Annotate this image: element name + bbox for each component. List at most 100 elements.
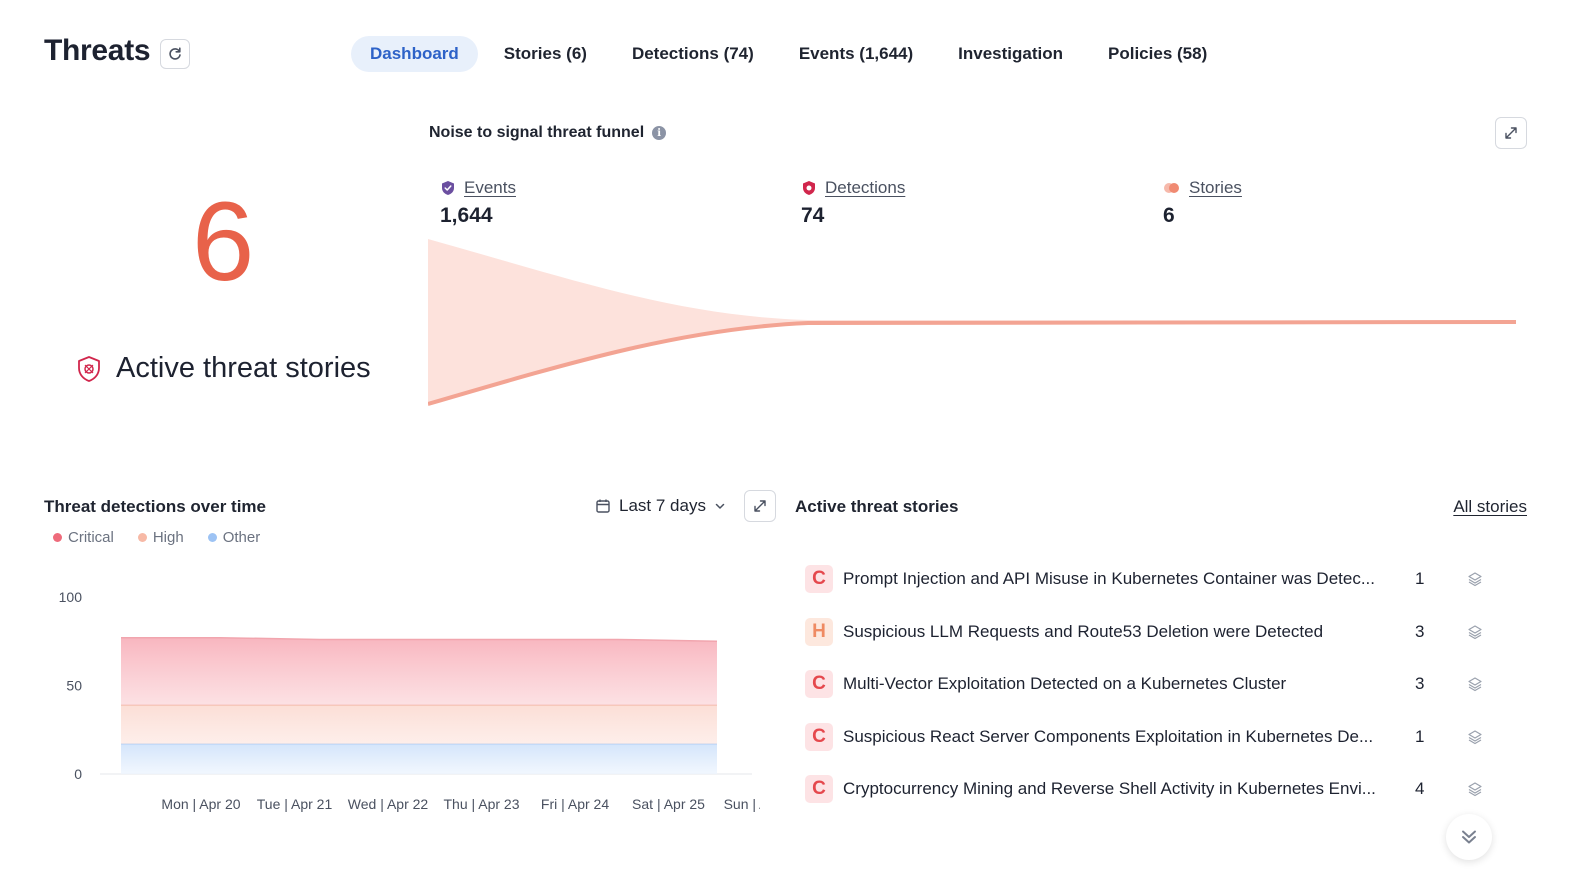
funnel-title-group: Noise to signal threat funnel i [429, 124, 667, 142]
detections-link[interactable]: Detections [801, 178, 905, 198]
severity-badge: C [805, 722, 833, 751]
legend-item-other[interactable]: Other [207, 529, 261, 546]
funnel-title: Noise to signal threat funnel [429, 124, 645, 141]
severity-badge: C [805, 565, 833, 594]
tab-detections[interactable]: Detections (74) [613, 36, 773, 72]
story-list: C Prompt Injection and API Misuse in Kub… [805, 553, 1495, 816]
active-stories-label-group: Active threat stories [76, 352, 371, 385]
story-title: Suspicious React Server Components Explo… [843, 726, 1374, 746]
legend-dot-other [207, 533, 217, 542]
x-tick-label: Sat | Apr 25 [632, 796, 705, 812]
y-tick-label: 0 [74, 766, 82, 782]
tab-investigation[interactable]: Investigation [939, 36, 1082, 72]
stories-label: Stories [1189, 178, 1242, 197]
funnel-stat-events: Events 1,644 [440, 178, 516, 228]
story-count: 3 [1415, 621, 1425, 641]
all-stories-link[interactable]: All stories [1453, 497, 1527, 517]
story-title: Suspicious LLM Requests and Route53 Dele… [843, 621, 1324, 641]
page-title: Threats [44, 34, 151, 67]
events-label: Events [464, 178, 516, 197]
story-row[interactable]: C Cryptocurrency Mining and Reverse Shel… [805, 763, 1495, 816]
story-layers-button[interactable] [1465, 674, 1485, 694]
story-layers-button[interactable] [1465, 779, 1485, 799]
y-tick-label: 50 [66, 678, 82, 694]
tab-dashboard[interactable]: Dashboard [351, 36, 478, 72]
expand-icon [754, 500, 766, 512]
story-count: 1 [1415, 726, 1425, 746]
double-chevron-down-icon [1462, 830, 1476, 844]
layers-icon [1468, 782, 1482, 797]
area-series-high[interactable] [121, 704, 717, 744]
stories-panel-title: Active threat stories [795, 497, 959, 516]
detections-area-chart: 0 50 100 Mon | Apr 20 Tue | Apr 21 Wed | Apr… [59, 589, 760, 812]
x-tick-label: Thu | Apr 23 [443, 796, 519, 812]
shield-check-icon [442, 181, 454, 195]
shield-bug-icon [78, 355, 100, 382]
detections-value: 74 [801, 204, 825, 227]
x-tick-label: Fri | Apr 24 [541, 796, 609, 812]
story-row[interactable]: C Prompt Injection and API Misuse in Kub… [805, 553, 1495, 606]
date-range-value: Last 7 days [619, 496, 706, 515]
legend-label-high: High [152, 529, 184, 546]
story-layers-button[interactable] [1465, 622, 1485, 642]
x-tick-label: Sun | Apr 26 [724, 796, 760, 812]
page-header: Threats Dashboard Stories (6) Detections… [0, 0, 1572, 100]
story-title: Cryptocurrency Mining and Reverse Shell … [843, 779, 1376, 799]
tab-events[interactable]: Events (1,644) [780, 36, 932, 72]
refresh-icon [169, 47, 181, 60]
area-series-critical[interactable] [121, 637, 717, 705]
funnel-stat-detections: Detections 74 [801, 178, 905, 228]
scroll-down-button[interactable] [1446, 814, 1492, 860]
area-series-other[interactable] [121, 743, 717, 774]
story-count: 4 [1415, 779, 1425, 799]
date-range-select[interactable]: Last 7 days [595, 496, 726, 516]
detections-label: Detections [825, 178, 906, 197]
detections-chart-title: Threat detections over time [44, 497, 267, 516]
tab-stories[interactable]: Stories (6) [485, 36, 606, 72]
story-row[interactable]: C Multi-Vector Exploitation Detected on … [805, 658, 1495, 711]
layers-icon [1468, 677, 1482, 692]
x-tick-label: Tue | Apr 21 [257, 796, 333, 812]
x-tick-label: Mon | Apr 20 [161, 796, 240, 812]
shield-alert-icon [803, 181, 815, 195]
info-icon[interactable]: i [652, 126, 667, 140]
x-tick-label: Wed | Apr 22 [348, 796, 429, 812]
story-row[interactable]: C Suspicious React Server Components Exp… [805, 711, 1495, 764]
severity-badge: C [805, 670, 833, 699]
chart-expand-button[interactable] [744, 490, 776, 522]
severity-badge: H [805, 617, 833, 646]
main-tabs: Dashboard Stories (6) Detections (74) Ev… [351, 36, 1233, 72]
story-layers-button[interactable] [1465, 569, 1485, 589]
story-layers-button[interactable] [1465, 727, 1485, 747]
layers-icon [1468, 572, 1482, 587]
legend-label-other: Other [222, 529, 261, 546]
events-link[interactable]: Events [440, 178, 516, 198]
chart-legend: Critical High Other [53, 529, 260, 546]
funnel-graphic [428, 239, 1517, 406]
y-tick-label: 100 [59, 589, 83, 605]
legend-dot-critical [53, 533, 62, 542]
chevron-down-icon [715, 503, 725, 509]
stories-link[interactable]: Stories [1163, 178, 1242, 198]
severity-badge: C [805, 775, 833, 804]
funnel-expand-button[interactable] [1495, 117, 1527, 149]
tab-policies[interactable]: Policies (58) [1089, 36, 1226, 72]
story-title: Multi-Vector Exploitation Detected on a … [843, 674, 1287, 694]
story-row[interactable]: H Suspicious LLM Requests and Route53 De… [805, 606, 1495, 659]
funnel-stat-stories: Stories 6 [1163, 178, 1242, 228]
refresh-button[interactable] [160, 39, 190, 69]
legend-dot-high [137, 533, 147, 542]
active-stories-count: 6 [192, 179, 255, 304]
story-count: 1 [1415, 569, 1425, 589]
active-stories-label: Active threat stories [116, 352, 371, 384]
legend-item-high[interactable]: High [137, 529, 184, 546]
stories-icon [1164, 183, 1179, 193]
calendar-icon [596, 499, 610, 513]
story-count: 3 [1415, 674, 1425, 694]
legend-label-critical: Critical [68, 529, 114, 546]
stories-value: 6 [1163, 204, 1175, 227]
events-value: 1,644 [440, 204, 493, 227]
story-title: Prompt Injection and API Misuse in Kuber… [843, 569, 1375, 589]
layers-icon [1468, 730, 1482, 744]
legend-item-critical[interactable]: Critical [53, 529, 114, 546]
